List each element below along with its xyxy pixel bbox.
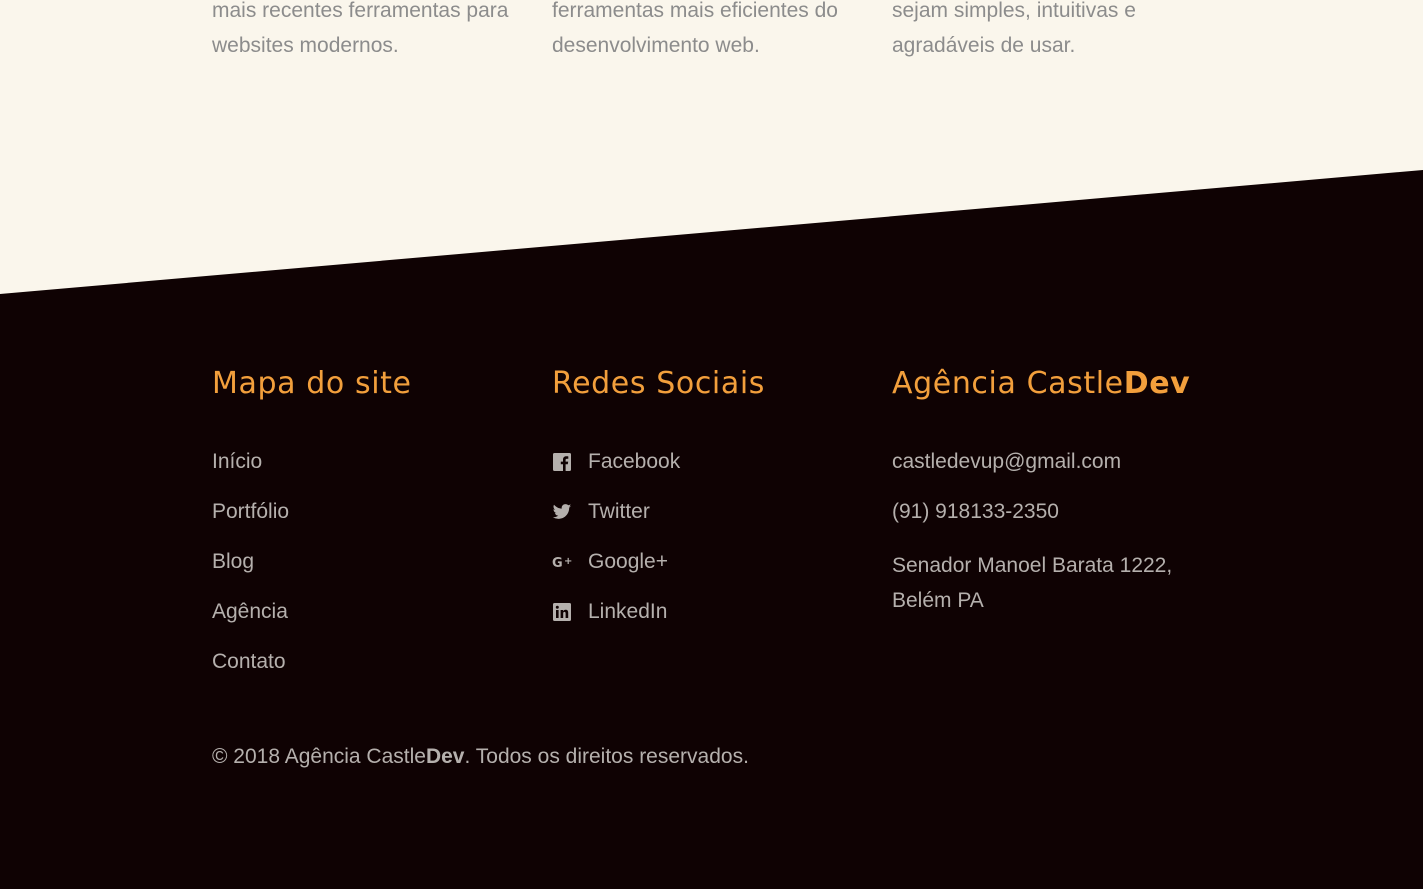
- social-link-label[interactable]: LinkedIn: [588, 598, 667, 626]
- agency-title-prefix: Agência Castle: [892, 366, 1124, 401]
- copyright-prefix: © 2018 Agência Castle: [212, 745, 426, 768]
- feature-column-2: ferramentas mais eficientes do desenvolv…: [552, 0, 872, 63]
- social-item-google-plus[interactable]: G + Google+: [552, 548, 872, 598]
- sitemap-link-label[interactable]: Agência: [212, 598, 288, 626]
- feature-column-1: mais recentes ferramentas para websites …: [212, 0, 532, 63]
- feature-text-line: agradáveis de usar.: [892, 33, 1076, 57]
- feature-text-line: sejam simples, intuitivas e: [892, 0, 1136, 22]
- agency-heading: Agência CastleDev: [892, 364, 1212, 404]
- contact-phone[interactable]: (91) 918133-2350: [892, 498, 1212, 526]
- sitemap-column: Mapa do site Início Portfólio Blog Agênc…: [212, 364, 532, 698]
- linkedin-icon: [552, 598, 572, 626]
- twitter-icon: [552, 498, 572, 526]
- sitemap-link-label[interactable]: Contato: [212, 648, 286, 676]
- feature-column-3: sejam simples, intuitivas e agradáveis d…: [892, 0, 1212, 63]
- contact-address: Senador Manoel Barata 1222, Belém PA: [892, 554, 1173, 612]
- social-link-label[interactable]: Facebook: [588, 448, 680, 476]
- feature-text-line: websites modernos.: [212, 33, 399, 57]
- social-list: Facebook Twitter G + Google+ LinkedIn: [552, 448, 872, 648]
- social-item-twitter[interactable]: Twitter: [552, 498, 872, 548]
- sitemap-list: Início Portfólio Blog Agência Contato: [212, 448, 532, 698]
- sitemap-link-label[interactable]: Portfólio: [212, 498, 289, 526]
- social-link-label[interactable]: Twitter: [588, 498, 650, 526]
- sitemap-item-agencia[interactable]: Agência: [212, 598, 532, 648]
- social-item-facebook[interactable]: Facebook: [552, 448, 872, 498]
- social-column: Redes Sociais Facebook Twitter G + Googl…: [552, 364, 872, 648]
- page: mais recentes ferramentas para websites …: [0, 0, 1423, 889]
- copyright-suffix: . Todos os direitos reservados.: [464, 745, 749, 768]
- social-item-linkedin[interactable]: LinkedIn: [552, 598, 872, 648]
- sitemap-item-portfolio[interactable]: Portfólio: [212, 498, 532, 548]
- agency-title-bold: Dev: [1123, 366, 1191, 401]
- sitemap-item-contato[interactable]: Contato: [212, 648, 532, 698]
- feature-text-line: mais recentes ferramentas para: [212, 0, 509, 22]
- copyright-notice: © 2018 Agência CastleDev. Todos os direi…: [212, 743, 749, 771]
- feature-text-line: desenvolvimento web.: [552, 33, 760, 57]
- google-plus-icon: G +: [552, 548, 572, 576]
- sitemap-link-label[interactable]: Blog: [212, 548, 254, 576]
- features-section: mais recentes ferramentas para websites …: [0, 0, 1423, 294]
- social-heading: Redes Sociais: [552, 366, 765, 401]
- social-link-label[interactable]: Google+: [588, 548, 668, 576]
- sitemap-item-inicio[interactable]: Início: [212, 448, 532, 498]
- agency-column: Agência CastleDev castledevup@gmail.com …: [892, 364, 1212, 618]
- copyright-bold: Dev: [425, 745, 465, 768]
- feature-text-line: ferramentas mais eficientes do: [552, 0, 838, 22]
- svg-text:+: +: [564, 556, 572, 567]
- sitemap-heading: Mapa do site: [212, 366, 412, 401]
- facebook-icon: [552, 448, 572, 476]
- contact-email[interactable]: castledevup@gmail.com: [892, 448, 1212, 476]
- svg-text:G: G: [552, 556, 563, 571]
- sitemap-item-blog[interactable]: Blog: [212, 548, 532, 598]
- sitemap-link-label[interactable]: Início: [212, 448, 262, 476]
